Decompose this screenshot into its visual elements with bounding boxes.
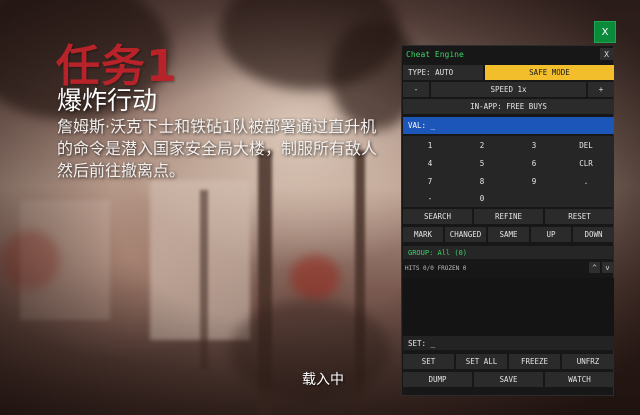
watch-button[interactable]: WATCH (545, 372, 614, 387)
key-7[interactable]: 7 (410, 177, 450, 186)
same-button[interactable]: SAME (488, 227, 529, 242)
reset-button[interactable]: RESET (545, 209, 614, 224)
down-button[interactable]: DOWN (573, 227, 614, 242)
set-value-input[interactable]: SET: _ (403, 336, 614, 350)
key-clr[interactable]: CLR (566, 159, 606, 168)
in-app-free-buys-button[interactable]: IN-APP: FREE BUYS (403, 99, 614, 114)
key-del[interactable]: DEL (566, 141, 606, 150)
group-selector[interactable]: GROUP: All (0) (403, 246, 614, 259)
key-5[interactable]: 5 (462, 159, 502, 168)
speed-display: SPEED 1x (431, 82, 586, 97)
panel-title: Cheat Engine (406, 50, 464, 59)
set-button[interactable]: SET (403, 354, 454, 369)
mark-button[interactable]: MARK (403, 227, 443, 242)
set-all-button[interactable]: SET ALL (456, 354, 507, 369)
scroll-down-button[interactable]: v (602, 262, 613, 273)
key-1[interactable]: 1 (410, 141, 450, 150)
panel-close-button[interactable]: X (600, 48, 613, 60)
key-6[interactable]: 6 (514, 159, 554, 168)
search-button[interactable]: SEARCH (403, 209, 472, 224)
type-selector[interactable]: TYPE: AUTO (403, 65, 483, 80)
unfreeze-button[interactable]: UNFRZ (562, 354, 614, 369)
dump-button[interactable]: DUMP (403, 372, 472, 387)
key-dot[interactable]: . (566, 177, 606, 186)
hits-status: HITS 0/0 FROZEN 0 (405, 265, 467, 272)
value-input[interactable]: VAL: _ (403, 117, 614, 134)
key-4[interactable]: 4 (410, 159, 450, 168)
key-minus[interactable]: - (410, 194, 450, 203)
speed-minus-button[interactable]: - (403, 82, 429, 97)
overlay-close-button[interactable]: X (594, 21, 616, 43)
cheat-engine-panel: Cheat Engine X TYPE: AUTO SAFE MODE - SP… (401, 45, 614, 396)
key-8[interactable]: 8 (462, 177, 502, 186)
scroll-up-button[interactable]: ^ (589, 262, 600, 273)
results-list[interactable] (403, 278, 614, 336)
key-0[interactable]: 0 (462, 194, 502, 203)
key-3[interactable]: 3 (514, 141, 554, 150)
mission-description: 詹姆斯·沃克下士和铁砧1队被部署通过直升机 的命令是潜入国家安全局大楼，制服所有… (57, 117, 378, 180)
freeze-button[interactable]: FREEZE (509, 354, 560, 369)
speed-plus-button[interactable]: + (588, 82, 614, 97)
mission-subtitle: 爆炸行动 (57, 86, 158, 115)
refine-button[interactable]: REFINE (474, 209, 543, 224)
key-2[interactable]: 2 (462, 141, 502, 150)
safe-mode-button[interactable]: SAFE MODE (485, 65, 614, 80)
up-button[interactable]: UP (531, 227, 571, 242)
loading-text: 载入中 (302, 372, 344, 388)
save-button[interactable]: SAVE (474, 372, 543, 387)
changed-button[interactable]: CHANGED (445, 227, 486, 242)
key-9[interactable]: 9 (514, 177, 554, 186)
